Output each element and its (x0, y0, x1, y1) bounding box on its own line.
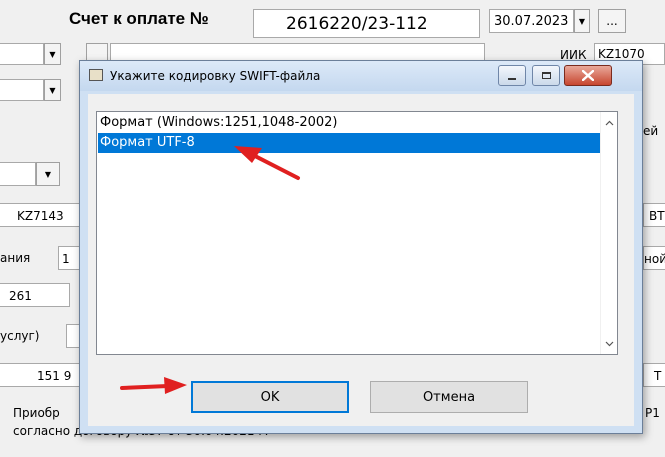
code-field[interactable]: 261 (0, 283, 70, 307)
combo-2-dropdown[interactable]: ▼ (44, 79, 61, 101)
combo-3[interactable] (0, 162, 36, 186)
invoice-heading: Счет к оплате № (69, 9, 209, 28)
purpose-label: ания (0, 251, 31, 265)
encoding-dialog: Укажите кодировку SWIFT-файла Формат (Wi… (79, 60, 643, 434)
chevron-up-icon (605, 120, 614, 125)
dialog-titlebar[interactable]: Укажите кодировку SWIFT-файла (80, 61, 642, 91)
chevron-down-icon: ▼ (49, 49, 56, 59)
ok-button-label: OK (260, 389, 280, 405)
encoding-option-utf8[interactable]: Формат UTF-8 (98, 133, 600, 153)
close-icon (582, 70, 594, 81)
right-field-4[interactable]: Т (643, 363, 665, 387)
more-button[interactable]: ... (598, 9, 626, 33)
encoding-listbox[interactable]: Формат (Windows:1251,1048-2002) Формат U… (96, 111, 618, 355)
ellipsis-label: ... (606, 14, 618, 28)
chevron-down-icon: ▼ (49, 85, 56, 95)
combo-3-dropdown[interactable]: ▼ (36, 162, 60, 186)
account-field[interactable]: KZ7143 (0, 203, 88, 227)
minimize-icon (508, 77, 516, 80)
right-field-3[interactable]: ной (643, 246, 665, 270)
scroll-up-button[interactable] (601, 114, 618, 131)
invoice-number-field[interactable]: 2616220/23-112 (253, 9, 480, 38)
close-button[interactable] (564, 65, 612, 86)
combo-1-dropdown[interactable]: ▼ (44, 43, 61, 65)
combo-2[interactable] (0, 79, 44, 101)
right-text-5: Р1 (645, 406, 660, 420)
right-field-1[interactable]: ей (643, 120, 665, 144)
chevron-down-icon: ▼ (44, 169, 52, 179)
chevron-down-icon (605, 341, 614, 346)
minimize-button[interactable] (498, 65, 526, 86)
dialog-body: Формат (Windows:1251,1048-2002) Формат U… (88, 94, 634, 426)
description-line-1: Приобр (13, 406, 60, 420)
chevron-down-icon: ▼ (578, 16, 586, 26)
ok-button[interactable]: OK (191, 381, 349, 413)
scroll-down-button[interactable] (601, 335, 618, 352)
cancel-button[interactable]: Отмена (370, 381, 528, 413)
encoding-option-windows[interactable]: Формат (Windows:1251,1048-2002) (98, 113, 600, 133)
book-icon (89, 69, 103, 81)
amount-field[interactable]: 151 9 (0, 363, 88, 387)
combo-1[interactable] (0, 43, 44, 65)
cancel-button-label: Отмена (422, 389, 476, 405)
maximize-icon (541, 72, 551, 79)
maximize-button[interactable] (532, 65, 560, 86)
right-field-2[interactable]: ВТБ (643, 203, 665, 227)
date-dropdown-button[interactable]: ▼ (574, 9, 590, 33)
listbox-scrollbar[interactable] (600, 112, 617, 354)
services-label: услуг) (0, 329, 40, 343)
date-field[interactable]: 30.07.2023 (489, 9, 574, 33)
dialog-title: Укажите кодировку SWIFT-файла (110, 69, 321, 83)
